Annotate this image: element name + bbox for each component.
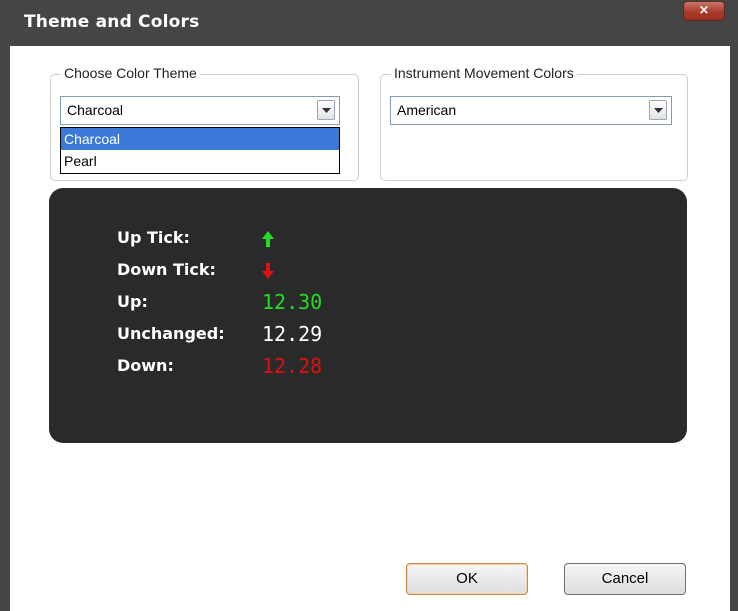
color-theme-legend: Choose Color Theme [61, 65, 200, 81]
dialog-title: Theme and Colors [24, 12, 200, 32]
unchanged-label: Unchanged: [117, 324, 225, 343]
movement-colors-dropdown-button[interactable] [649, 100, 667, 120]
cancel-button[interactable]: Cancel [564, 563, 686, 595]
arrow-up-icon [262, 231, 274, 247]
ok-button[interactable]: OK [406, 563, 528, 595]
up-tick-label: Up Tick: [117, 228, 190, 247]
title-bar[interactable]: Theme and Colors × [0, 0, 738, 46]
down-value: 12.28 [262, 354, 323, 378]
theme-and-colors-dialog: Theme and Colors × Choose Color Theme Ch… [0, 0, 738, 611]
color-theme-selected-value: Charcoal [67, 102, 124, 118]
down-label: Down: [117, 356, 174, 375]
window-frame-left [0, 46, 10, 611]
color-theme-dropdown-button[interactable] [317, 100, 335, 120]
movement-colors-selected-value: American [397, 102, 457, 118]
color-preview-panel: Up Tick: Down Tick: Up: 12.30 Unchanged:… [49, 188, 687, 443]
color-theme-select[interactable]: Charcoal [60, 96, 340, 125]
close-button[interactable]: × [683, 1, 725, 21]
unchanged-value: 12.29 [262, 322, 323, 346]
dropdown-option-charcoal[interactable]: Charcoal [61, 128, 339, 150]
movement-colors-group: Instrument Movement Colors [380, 65, 688, 181]
down-tick-label: Down Tick: [117, 260, 216, 279]
close-icon: × [698, 3, 710, 18]
arrow-down-icon [262, 263, 274, 279]
color-theme-dropdown-list: Charcoal Pearl [60, 127, 340, 174]
chevron-down-icon [654, 108, 663, 113]
up-label: Up: [117, 292, 148, 311]
dropdown-option-pearl[interactable]: Pearl [61, 150, 339, 172]
up-value: 12.30 [262, 290, 323, 314]
chevron-down-icon [322, 108, 331, 113]
movement-colors-legend: Instrument Movement Colors [391, 65, 577, 81]
window-frame-right [730, 46, 738, 611]
movement-colors-select[interactable]: American [390, 96, 672, 125]
